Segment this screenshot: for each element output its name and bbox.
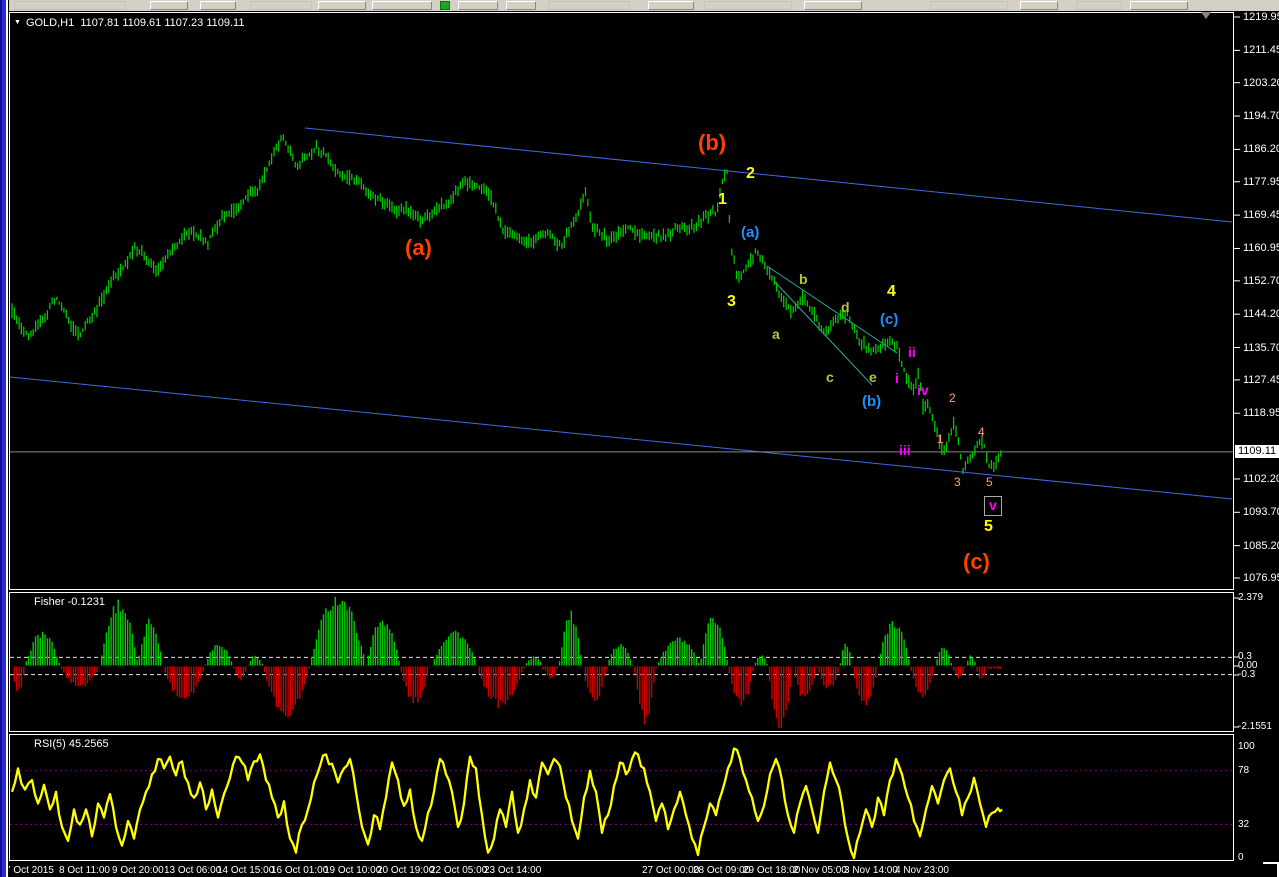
time-axis[interactable]: 7 Oct 2015 8 Oct 11:00 9 Oct 20:00 13 Oct 0… xyxy=(0,862,1279,877)
wave-label-3: 3 xyxy=(727,293,736,310)
wave-label-3: 3 xyxy=(954,475,961,489)
resize-corner[interactable] xyxy=(1263,862,1279,877)
time-axis-label: 8 Oct 11:00 xyxy=(59,865,110,876)
rsi-indicator-panel[interactable]: RSI(5) 45.2565 xyxy=(9,734,1234,861)
time-axis-label: 16 Oct 01:00 xyxy=(271,865,329,876)
wave-label-5: 5 xyxy=(986,475,993,489)
wave-label-b: b xyxy=(799,271,808,287)
time-axis-label: 13 Oct 06:00 xyxy=(164,865,222,876)
wave-label-5: 5 xyxy=(984,518,993,535)
toolbar-button-green-icon[interactable] xyxy=(440,1,450,10)
rsi-name: RSI(5) xyxy=(34,738,66,750)
toolbar-button[interactable] xyxy=(804,1,862,10)
toolbar-button[interactable] xyxy=(200,1,236,10)
fisher-value: -0.1231 xyxy=(67,596,105,608)
time-axis-label: 19 Oct 10:00 xyxy=(324,865,382,876)
time-axis-label: 4 Nov 23:00 xyxy=(895,865,949,876)
current-price-box: 1109.11 xyxy=(1235,445,1279,459)
wave-label-e: e xyxy=(869,369,877,385)
toolbar-button[interactable] xyxy=(704,1,792,10)
price-axis[interactable] xyxy=(1234,12,1279,860)
time-axis-label: 27 Oct 00:00 xyxy=(642,865,700,876)
wave-label-1: 1 xyxy=(718,191,727,208)
wave-label-iii: iii xyxy=(899,442,911,458)
time-axis-label: 20 Oct 19:00 xyxy=(377,865,435,876)
wave-label-4: 4 xyxy=(887,283,896,300)
fisher-indicator-panel[interactable]: Fisher -0.1231 xyxy=(9,592,1234,732)
toolbar-button[interactable] xyxy=(458,1,498,10)
time-axis-label: 28 Oct 09:00 xyxy=(693,865,751,876)
toolbar-button[interactable] xyxy=(1076,1,1122,10)
fisher-name: Fisher xyxy=(34,596,65,608)
toolbar-button[interactable] xyxy=(548,1,630,10)
toolbar-button[interactable] xyxy=(1130,1,1188,10)
wave-label-4: 4 xyxy=(978,425,985,439)
fisher-label: Fisher -0.1231 xyxy=(34,596,105,608)
chart-dropdown-icon[interactable]: ▼ xyxy=(14,19,21,26)
wave-label-2: 2 xyxy=(746,165,755,182)
current-price-value: 1109.11 xyxy=(1238,445,1277,458)
wave-label-b: (b) xyxy=(698,130,727,155)
time-axis-label: 22 Oct 05:00 xyxy=(430,865,488,876)
time-axis-label: 9 Oct 20:00 xyxy=(112,865,164,876)
toolbar-button[interactable] xyxy=(372,1,432,10)
wave-label-b: (b) xyxy=(862,393,882,410)
time-axis-label: 29 Oct 18:00 xyxy=(743,865,801,876)
toolbar-button[interactable] xyxy=(150,1,188,10)
wave-label-1: 1 xyxy=(937,432,944,446)
window-edge xyxy=(0,0,9,877)
terminal-window: ▼ GOLD,H1 1107.81 1109.61 1107.23 1109.11… xyxy=(0,0,1279,877)
rsi-value: 45.2565 xyxy=(68,738,109,750)
chart-title: ▼ GOLD,H1 1107.81 1109.61 1107.23 1109.11 xyxy=(14,17,244,29)
wave-label-iv: iv xyxy=(917,382,929,398)
wave-label-v: v xyxy=(984,496,1002,516)
toolbar-button[interactable] xyxy=(318,1,366,10)
wave-label-a: (a) xyxy=(741,224,760,241)
main-chart-panel[interactable]: ▼ GOLD,H1 1107.81 1109.61 1107.23 1109.11 xyxy=(9,12,1234,590)
time-axis-label: 2 Nov 05:00 xyxy=(793,865,847,876)
rsi-label: RSI(5) 45.2565 xyxy=(34,738,109,750)
wave-label-c: (c) xyxy=(963,549,990,574)
chart-title-text: GOLD,H1 1107.81 1109.61 1107.23 1109.11 xyxy=(25,17,245,29)
toolbar[interactable] xyxy=(0,0,1279,11)
wave-label-i: i xyxy=(895,370,899,386)
time-axis-label: 14 Oct 15:00 xyxy=(217,865,275,876)
wave-label-a: a xyxy=(772,326,780,342)
toolbar-button[interactable] xyxy=(14,1,126,10)
time-axis-label: 3 Nov 14:00 xyxy=(844,865,898,876)
wave-label-d: d xyxy=(841,299,850,315)
wave-label-ii: ii xyxy=(908,344,916,360)
wave-label-a: (a) xyxy=(405,235,432,260)
toolbar-button[interactable] xyxy=(930,1,1008,10)
chart-shift-marker xyxy=(1201,12,1211,19)
wave-label-c: (c) xyxy=(880,311,899,328)
time-axis-label: 7 Oct 2015 xyxy=(5,865,54,876)
toolbar-button[interactable] xyxy=(648,1,694,10)
time-axis-label: 23 Oct 14:00 xyxy=(484,865,542,876)
wave-label-2: 2 xyxy=(949,391,956,405)
wave-label-c: c xyxy=(826,369,834,385)
toolbar-button[interactable] xyxy=(250,1,312,10)
toolbar-button[interactable] xyxy=(506,1,536,10)
toolbar-button[interactable] xyxy=(1020,1,1058,10)
